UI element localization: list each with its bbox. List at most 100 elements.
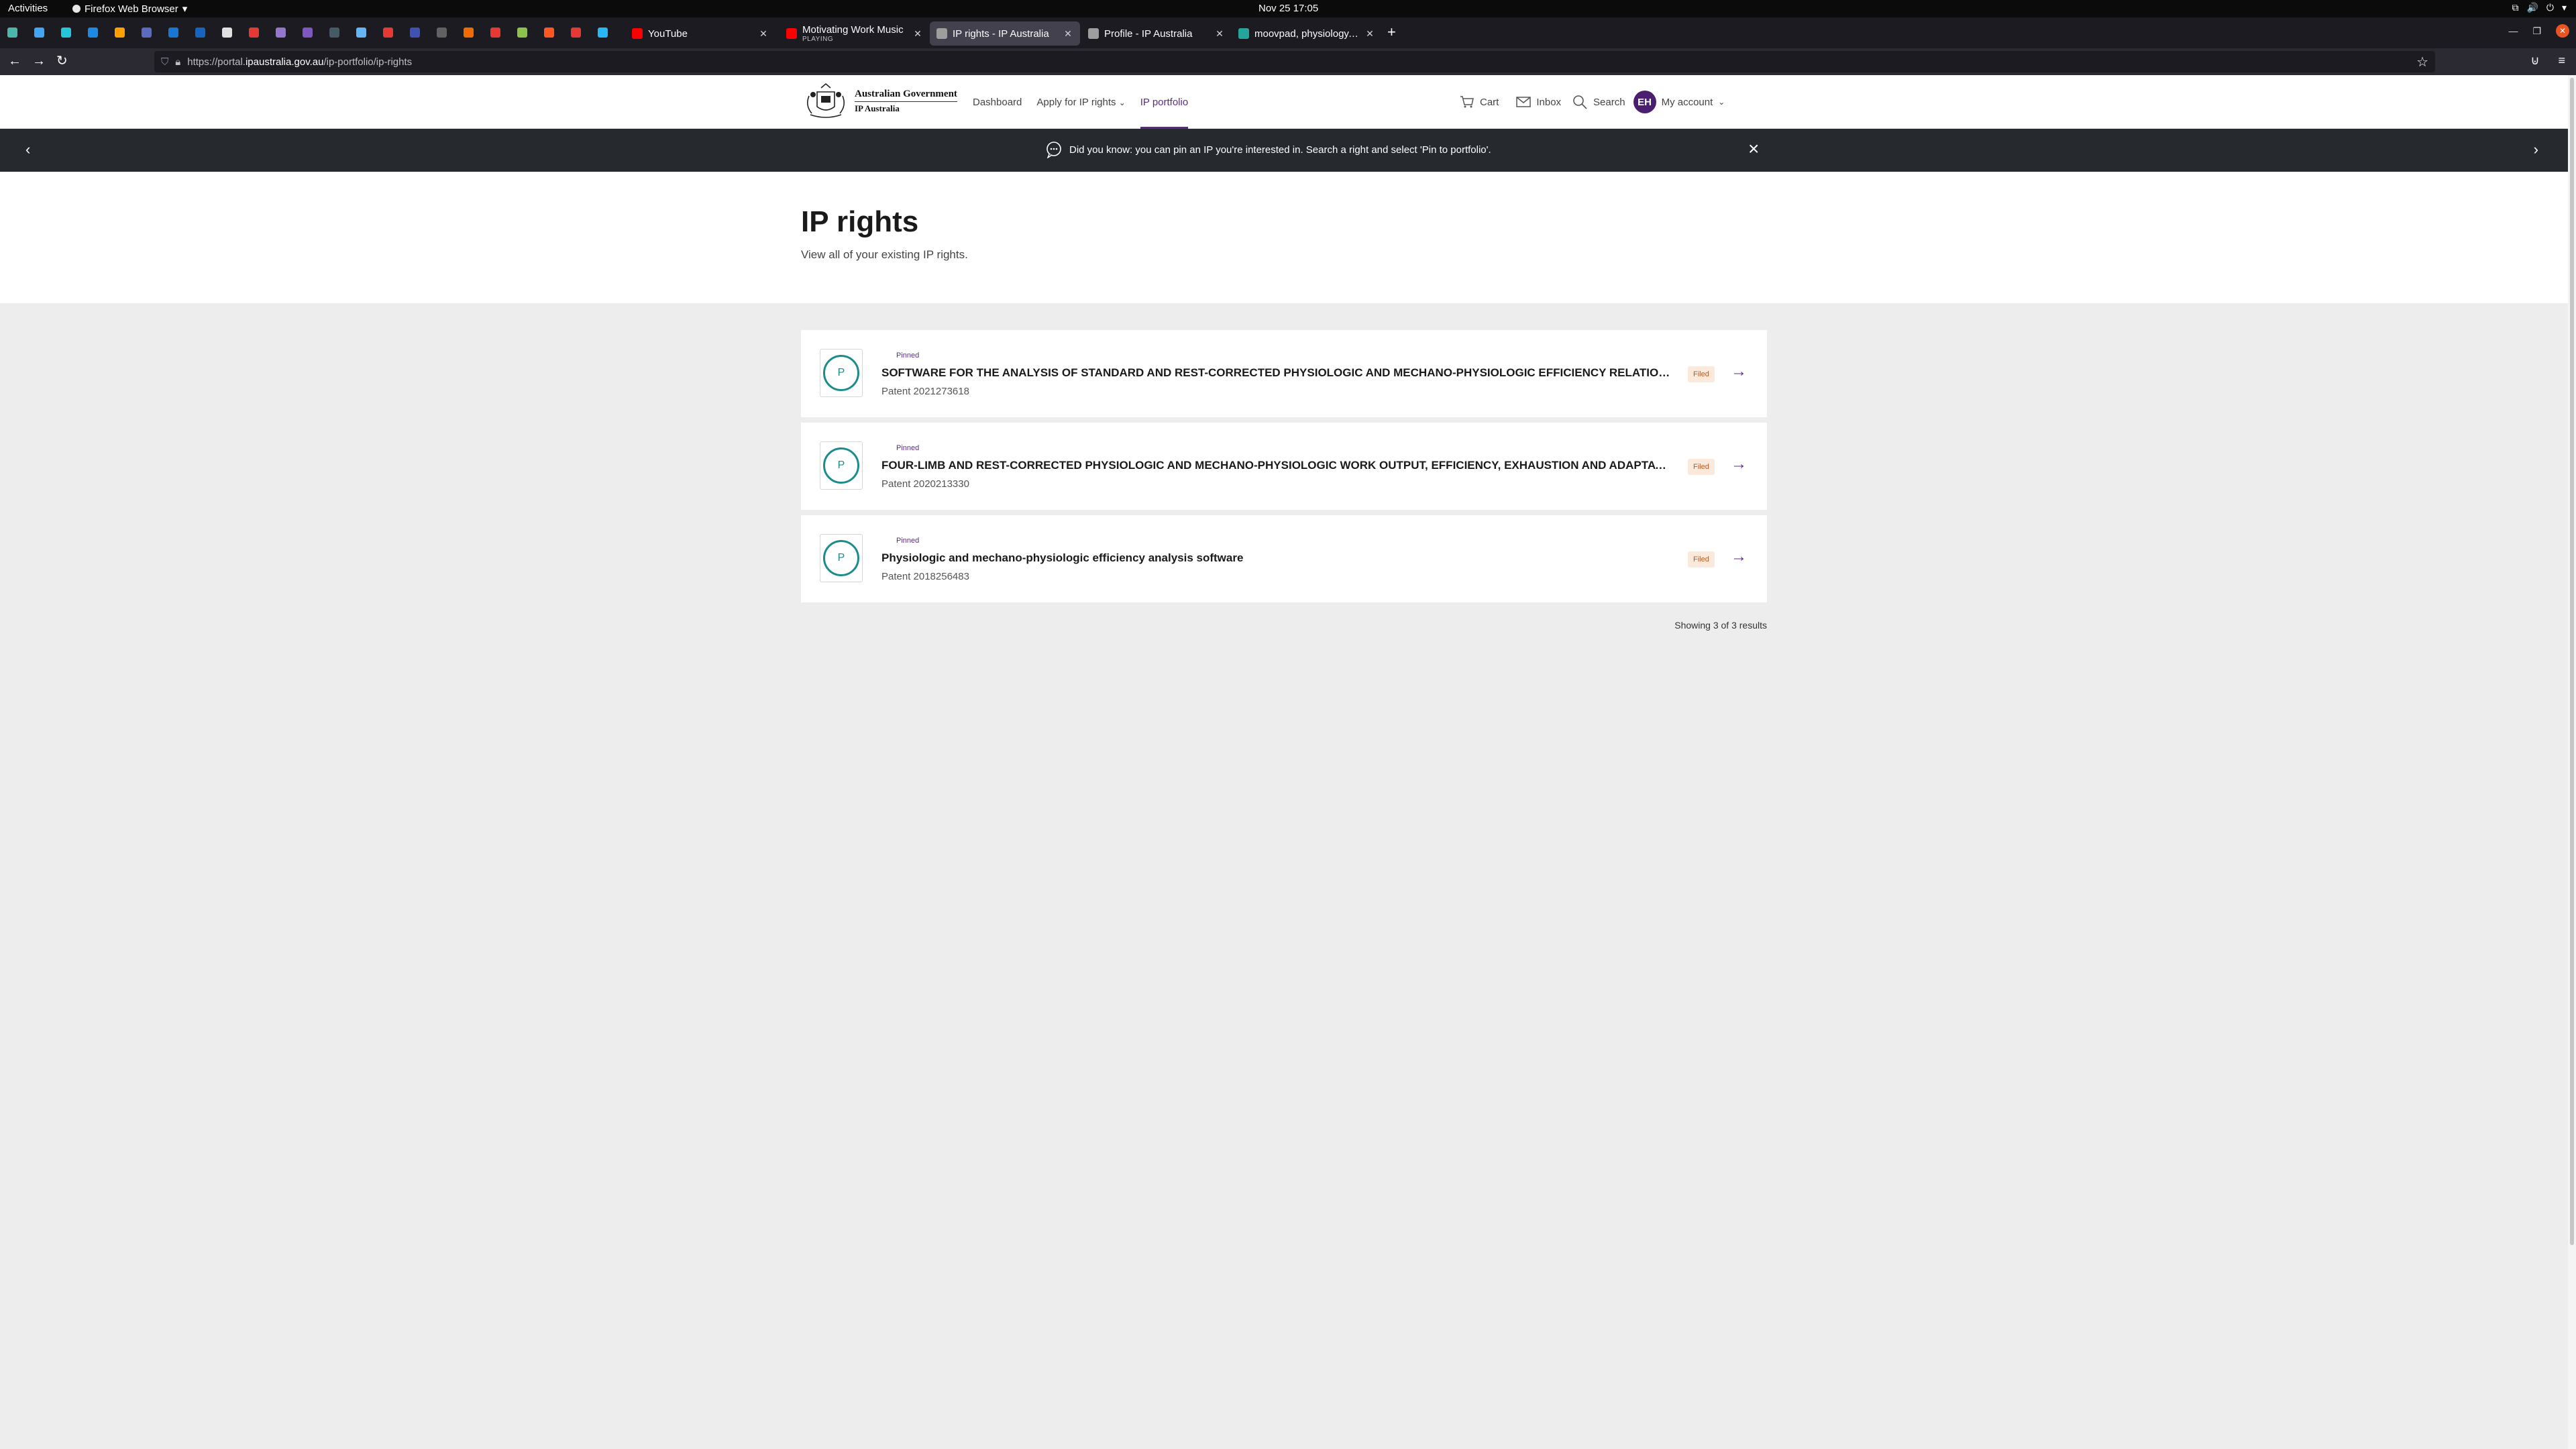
account-menu[interactable]: EH My account ⌄	[1633, 91, 1725, 113]
pocket-icon[interactable]: ⊍	[2530, 54, 2539, 68]
bookmark-star-icon[interactable]: ☆	[2416, 54, 2428, 70]
ip-right-card[interactable]: P Pinned FOUR-LIMB AND REST-CORRECTED PH…	[801, 423, 1767, 510]
page-hero: IP rights View all of your existing IP r…	[0, 172, 2568, 303]
pinned-tab[interactable]	[327, 25, 341, 40]
cart-link[interactable]: Cart	[1460, 95, 1499, 109]
minimize-icon[interactable]: —	[2508, 25, 2518, 36]
activities-button[interactable]: Activities	[8, 3, 48, 14]
pinned-tab[interactable]	[381, 25, 395, 40]
nav-ip-portfolio[interactable]: IP portfolio	[1140, 75, 1189, 129]
menu-icon[interactable]: ≡	[2558, 54, 2565, 68]
pinned-tab[interactable]	[596, 25, 610, 40]
close-tab-icon[interactable]: ✕	[1364, 28, 1375, 40]
pinned-tab[interactable]	[542, 25, 556, 40]
tab-strip: YouTube ✕ Motivating Work Music PLAYING …	[0, 17, 2576, 48]
navigation-toolbar: ← → ↻ ⛉ 🔒︎ https://portal.ipaustralia.go…	[0, 48, 2576, 75]
close-window-icon[interactable]: ✕	[2556, 24, 2569, 38]
ip-right-card[interactable]: P Pinned SOFTWARE FOR THE ANALYSIS OF ST…	[801, 330, 1767, 417]
reload-icon[interactable]: ↻	[56, 54, 68, 68]
clock[interactable]: Nov 25 17:05	[1258, 3, 1318, 14]
avatar: EH	[1633, 91, 1656, 113]
ip-right-card[interactable]: P Pinned Physiologic and mechano-physiol…	[801, 515, 1767, 602]
tab-ip-rights[interactable]: IP rights - IP Australia ✕	[930, 21, 1080, 46]
back-icon[interactable]: ←	[8, 54, 21, 68]
tab-moovpad[interactable]: moovpad, physiology, ph ✕	[1232, 21, 1382, 46]
restore-icon[interactable]: ❐	[2532, 25, 2541, 37]
app-menu[interactable]: Firefox Web Browser ▾	[72, 3, 187, 15]
tab-profile[interactable]: Profile - IP Australia ✕	[1081, 21, 1232, 46]
arrow-right-icon[interactable]: →	[1731, 547, 1747, 566]
banner-close-icon[interactable]: ×	[1748, 140, 1759, 158]
pinned-tab-favicon-icon	[88, 28, 98, 38]
pinned-label: Pinned	[896, 537, 920, 545]
pinned-tab[interactable]	[86, 25, 100, 40]
pinned-tab[interactable]	[569, 25, 583, 40]
nav-dashboard[interactable]: Dashboard	[973, 97, 1022, 108]
tab-title: Profile - IP Australia	[1104, 28, 1193, 40]
ip-australia-logo[interactable]: Australian Government IP Australia	[802, 82, 958, 121]
pinned-tab[interactable]	[408, 25, 422, 40]
close-tab-icon[interactable]: ✕	[758, 28, 769, 40]
url-bar[interactable]: ⛉ 🔒︎ https://portal.ipaustralia.gov.au/i…	[154, 51, 2435, 72]
pinned-tab[interactable]	[113, 25, 127, 40]
header-actions: Cart Inbox Search EH My account ⌄	[1460, 75, 1725, 129]
pinned-tab[interactable]	[354, 25, 368, 40]
volume-icon: 🔊	[2526, 2, 2538, 13]
lock-icon[interactable]: 🔒︎	[175, 56, 180, 68]
site-header: Australian Government IP Australia Dashb…	[0, 75, 2568, 129]
status-badge: Filed	[1688, 551, 1715, 568]
new-tab-button[interactable]: +	[1387, 25, 1396, 40]
pinned-tab[interactable]	[59, 25, 73, 40]
pinned-tab[interactable]	[515, 25, 529, 40]
banner-next-button[interactable]: ›	[2534, 141, 2538, 158]
pinned-tab-favicon-icon	[34, 28, 44, 38]
forward-icon[interactable]: →	[32, 54, 46, 68]
scrollbar-thumb[interactable]	[2570, 78, 2574, 1245]
pinned-tab[interactable]	[220, 25, 234, 40]
pinned-tab[interactable]	[32, 25, 46, 40]
pinned-tab[interactable]	[247, 25, 261, 40]
patent-icon: P	[823, 447, 859, 484]
pinned-tab[interactable]	[462, 25, 476, 40]
network-icon: ⧉	[2512, 2, 2519, 13]
mail-icon	[1516, 97, 1532, 107]
nav-apply-for-ip-rights[interactable]: Apply for IP rights ⌄	[1036, 97, 1125, 108]
inbox-link[interactable]: Inbox	[1516, 97, 1561, 108]
tab-title: YouTube	[648, 28, 688, 40]
ip-right-title: Physiologic and mechano-physiologic effi…	[881, 551, 1244, 564]
banner-previous-button[interactable]: ‹	[25, 141, 30, 158]
toolbar-right: ⊍ ≡	[2530, 54, 2565, 68]
arrow-right-icon[interactable]: →	[1731, 362, 1747, 381]
pinned-tab[interactable]	[5, 25, 19, 40]
pinned-tab-favicon-icon	[329, 28, 339, 38]
pinned-tab-favicon-icon	[61, 28, 71, 38]
pinned-tab[interactable]	[193, 25, 207, 40]
youtube-favicon-icon	[786, 28, 797, 39]
moovpad-favicon-icon	[1238, 28, 1249, 39]
primary-nav: Dashboard Apply for IP rights ⌄ IP portf…	[973, 75, 1189, 129]
search-link[interactable]: Search	[1572, 94, 1625, 110]
cart-icon	[1460, 96, 1474, 108]
shield-icon[interactable]: ⛉	[161, 56, 168, 68]
ip-type-badge: P	[820, 441, 863, 490]
cart-label: Cart	[1480, 96, 1499, 108]
ip-right-number: Patent 2018256483	[881, 571, 969, 582]
tab-youtube[interactable]: YouTube ✕	[625, 21, 775, 46]
pinned-tab[interactable]	[140, 25, 154, 40]
tab-music[interactable]: Motivating Work Music PLAYING ✕	[780, 21, 930, 46]
arrow-right-icon[interactable]: →	[1731, 455, 1747, 474]
close-tab-icon[interactable]: ✕	[912, 28, 923, 40]
pinned-tab-favicon-icon	[249, 28, 259, 38]
pinned-tab[interactable]	[166, 25, 180, 40]
page-scrollbar[interactable]	[2568, 75, 2576, 1449]
system-tray[interactable]: ⧉ 🔊 ⏻ ▾	[2512, 2, 2567, 13]
close-tab-icon[interactable]: ✕	[1214, 28, 1225, 40]
close-tab-icon[interactable]: ✕	[1063, 28, 1073, 40]
chat-bubble-icon	[1046, 142, 1061, 158]
account-label: My account	[1661, 96, 1713, 108]
pinned-tab-favicon-icon	[222, 28, 232, 38]
pinned-tab[interactable]	[435, 25, 449, 40]
pinned-tab[interactable]	[274, 25, 288, 40]
pinned-tab[interactable]	[301, 25, 315, 40]
pinned-tab[interactable]	[488, 25, 502, 40]
